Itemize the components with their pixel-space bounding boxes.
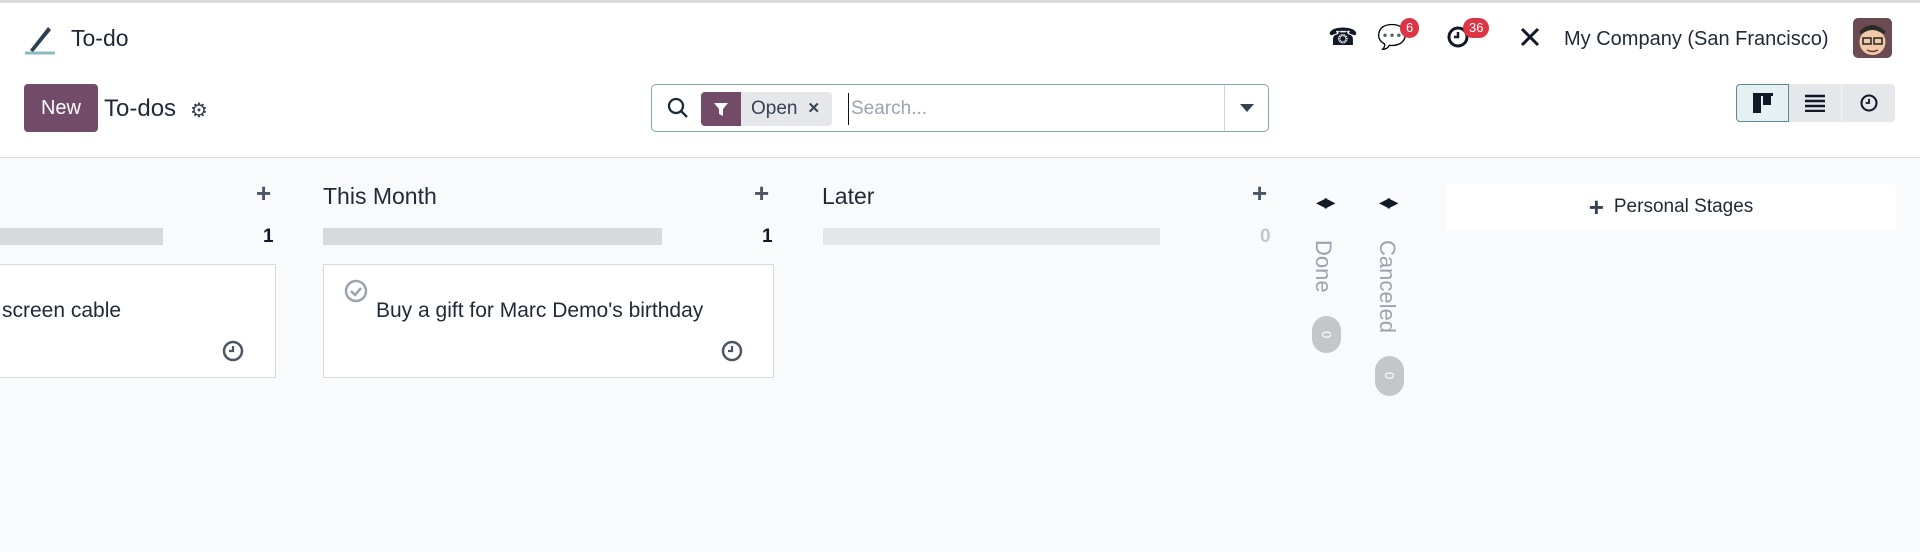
- company-switcher[interactable]: My Company (San Francisco): [1564, 28, 1829, 51]
- page-title[interactable]: To-dos: [104, 95, 176, 123]
- folded-column-title[interactable]: Done: [1310, 240, 1336, 293]
- kanban-view-button[interactable]: [1736, 84, 1789, 122]
- folded-column-title[interactable]: Canceled: [1374, 240, 1400, 333]
- list-view-button[interactable]: [1789, 84, 1842, 122]
- user-avatar[interactable]: [1853, 18, 1892, 58]
- app-name[interactable]: To-do: [71, 25, 129, 52]
- filter-facet: Open ✕: [701, 92, 833, 126]
- top-border: [0, 0, 1920, 3]
- facet-label: Open: [751, 98, 798, 119]
- tools-icon[interactable]: [1515, 22, 1545, 52]
- todo-app-icon[interactable]: [22, 22, 56, 56]
- column-count: 1: [263, 226, 274, 247]
- remove-facet-icon[interactable]: ✕: [807, 92, 832, 126]
- kanban-card[interactable]: Buy a gift for Marc Demo's birthday: [323, 264, 774, 378]
- progress-bar: [0, 228, 163, 245]
- folded-column-count: 0: [1312, 316, 1341, 353]
- clock-icon: [1859, 94, 1878, 112]
- card-title: Buy a gift for Marc Demo's birthday: [376, 299, 704, 322]
- filter-icon: [701, 92, 741, 126]
- check-circle-icon[interactable]: [344, 279, 368, 303]
- kanban-card[interactable]: screen cable: [0, 264, 276, 378]
- folded-column-count: 0: [1375, 356, 1404, 396]
- kanban-board: + 1 screen cable This Month + 1 Buy a gi…: [0, 158, 1920, 552]
- progress-bar: [323, 228, 662, 245]
- kanban-icon: [1752, 93, 1773, 113]
- caret-down-icon: [1239, 104, 1254, 112]
- list-icon: [1805, 94, 1825, 112]
- search-icon[interactable]: [666, 96, 690, 120]
- search-options-toggle[interactable]: [1224, 85, 1268, 131]
- activity-clock-icon[interactable]: [221, 339, 245, 363]
- column-title[interactable]: Later: [822, 183, 874, 210]
- gear-icon[interactable]: ⚙: [190, 98, 208, 123]
- quick-create-icon[interactable]: +: [256, 178, 271, 209]
- card-title: screen cable: [2, 299, 122, 322]
- search-bar: Open ✕: [651, 84, 1269, 132]
- add-personal-stage-button[interactable]: + Personal Stages: [1446, 184, 1896, 230]
- column-title[interactable]: This Month: [323, 183, 437, 210]
- column-count: 0: [1260, 226, 1271, 247]
- unfold-icon[interactable]: ◀▶: [1379, 194, 1398, 211]
- search-input[interactable]: [848, 93, 1218, 125]
- activity-view-button[interactable]: [1842, 84, 1895, 122]
- messages-badge: 6: [1400, 18, 1420, 38]
- phone-icon[interactable]: ☎: [1328, 22, 1358, 52]
- activities-badge: 36: [1463, 18, 1490, 38]
- plus-icon: +: [1588, 191, 1604, 222]
- new-button[interactable]: New: [24, 84, 98, 132]
- progress-bar: [823, 228, 1160, 245]
- add-stage-label: Personal Stages: [1613, 196, 1754, 217]
- unfold-icon[interactable]: ◀▶: [1316, 194, 1335, 211]
- column-count: 1: [762, 226, 773, 247]
- activity-clock-icon[interactable]: [720, 339, 744, 363]
- quick-create-icon[interactable]: +: [754, 178, 769, 209]
- quick-create-icon[interactable]: +: [1252, 178, 1267, 209]
- view-switcher: [1736, 84, 1895, 122]
